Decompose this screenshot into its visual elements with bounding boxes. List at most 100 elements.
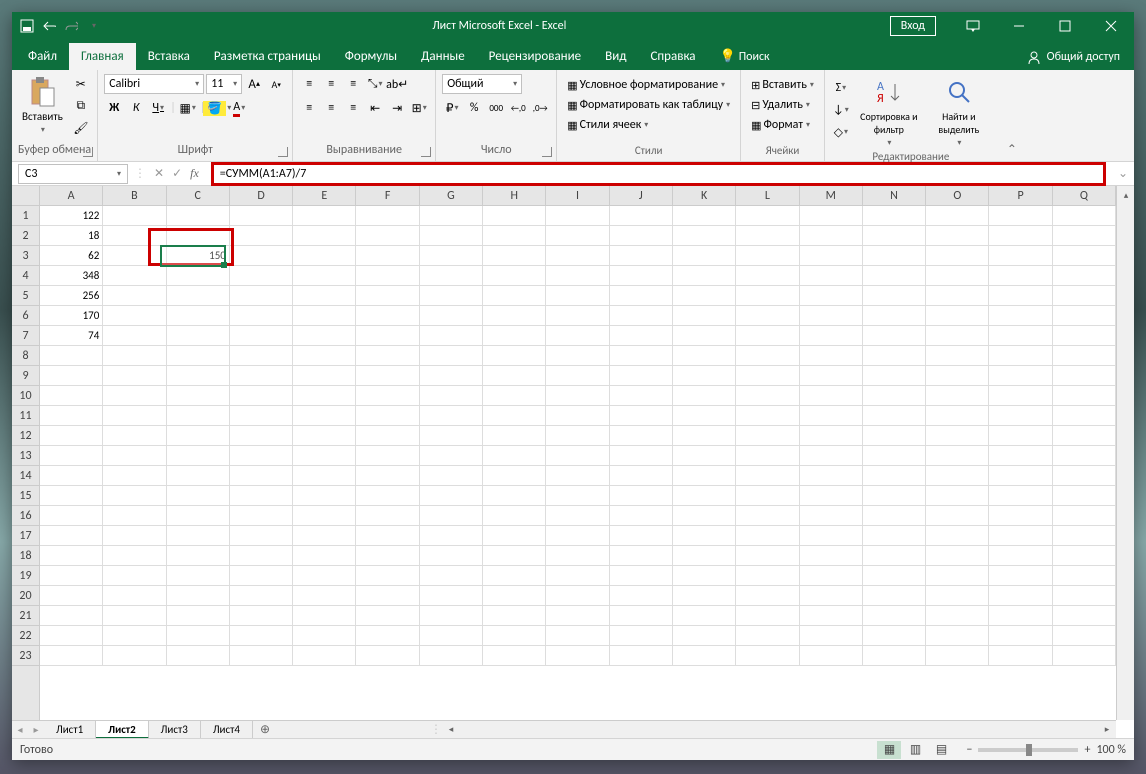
cell[interactable] [863,326,926,346]
cell[interactable] [610,606,673,626]
cell[interactable] [610,366,673,386]
row-header[interactable]: 16 [12,506,39,526]
tab-help[interactable]: Справка [638,43,707,70]
cell[interactable] [167,566,230,586]
cell[interactable] [926,406,989,426]
cell[interactable] [546,306,609,326]
cell[interactable] [926,346,989,366]
cell[interactable] [293,566,356,586]
cell[interactable] [989,626,1052,646]
cell[interactable] [230,646,293,666]
cell[interactable] [863,226,926,246]
cell[interactable] [420,286,483,306]
cell[interactable] [989,406,1052,426]
cell[interactable] [167,366,230,386]
cell[interactable] [40,366,103,386]
find-select-button[interactable]: Найти и выделить▾ [927,74,991,150]
cell[interactable] [293,226,356,246]
cell[interactable] [800,506,863,526]
cell[interactable] [230,266,293,286]
cell[interactable] [103,506,166,526]
cell[interactable] [546,446,609,466]
cell[interactable]: 62 [40,246,103,266]
column-header[interactable]: H [483,186,546,205]
cell[interactable] [103,526,166,546]
cell[interactable] [230,386,293,406]
cell[interactable] [673,206,736,226]
cell[interactable] [420,386,483,406]
cell[interactable] [103,366,166,386]
cell[interactable] [673,386,736,406]
cell[interactable] [420,486,483,506]
currency-button[interactable]: ₽▾ [442,98,462,118]
cell[interactable] [483,206,546,226]
cell[interactable] [230,566,293,586]
column-header[interactable]: C [167,186,230,205]
cell[interactable] [167,346,230,366]
cell[interactable] [356,466,419,486]
column-header[interactable]: F [356,186,419,205]
launcher-icon[interactable] [278,147,288,157]
cell[interactable] [40,446,103,466]
cell[interactable] [103,206,166,226]
cell[interactable] [167,326,230,346]
cell[interactable] [610,446,673,466]
insert-cells-button[interactable]: ⊞ Вставить▾ [747,76,818,94]
cell[interactable] [1053,626,1116,646]
cell[interactable] [546,366,609,386]
cell[interactable] [230,286,293,306]
cell[interactable] [610,386,673,406]
fx-icon[interactable]: fx [190,166,199,181]
cell[interactable] [736,226,799,246]
cell[interactable] [989,246,1052,266]
cell[interactable] [800,306,863,326]
cell[interactable] [356,506,419,526]
cell[interactable] [673,346,736,366]
cell[interactable] [863,366,926,386]
cell[interactable] [103,606,166,626]
cell[interactable] [736,486,799,506]
cell[interactable] [40,606,103,626]
launcher-icon[interactable] [83,147,93,157]
view-normal-button[interactable]: ▦ [877,741,901,759]
cell[interactable] [293,406,356,426]
cell[interactable] [356,566,419,586]
view-page-layout-button[interactable]: ▥ [903,741,927,759]
cell[interactable] [230,426,293,446]
cell[interactable] [103,386,166,406]
cell[interactable] [40,626,103,646]
cell[interactable] [736,546,799,566]
format-painter-button[interactable]: 🖌 [71,118,91,138]
cell[interactable] [356,426,419,446]
cell[interactable]: 348 [40,266,103,286]
cell[interactable] [989,646,1052,666]
cell[interactable] [736,386,799,406]
cell[interactable] [103,586,166,606]
qat-customize-icon[interactable]: ▾ [87,19,101,33]
cell[interactable] [230,606,293,626]
cell[interactable] [483,286,546,306]
cell[interactable] [40,546,103,566]
cell[interactable] [420,466,483,486]
cell[interactable] [610,546,673,566]
cell[interactable] [800,226,863,246]
column-header[interactable]: J [610,186,673,205]
cell[interactable] [546,386,609,406]
sheet-nav-prev[interactable]: ◂ [12,723,28,736]
cell[interactable] [610,306,673,326]
cell[interactable] [356,406,419,426]
cell[interactable] [736,266,799,286]
cell[interactable] [800,366,863,386]
cell[interactable] [356,386,419,406]
cell[interactable] [546,486,609,506]
cell[interactable] [1053,406,1116,426]
tab-file[interactable]: Файл [16,43,69,70]
cell[interactable] [736,586,799,606]
clear-button[interactable]: ◇▾ [831,122,851,142]
cell[interactable] [167,306,230,326]
cell[interactable] [989,266,1052,286]
cell[interactable] [989,366,1052,386]
cell[interactable] [863,466,926,486]
cell[interactable] [926,486,989,506]
cell[interactable] [736,246,799,266]
